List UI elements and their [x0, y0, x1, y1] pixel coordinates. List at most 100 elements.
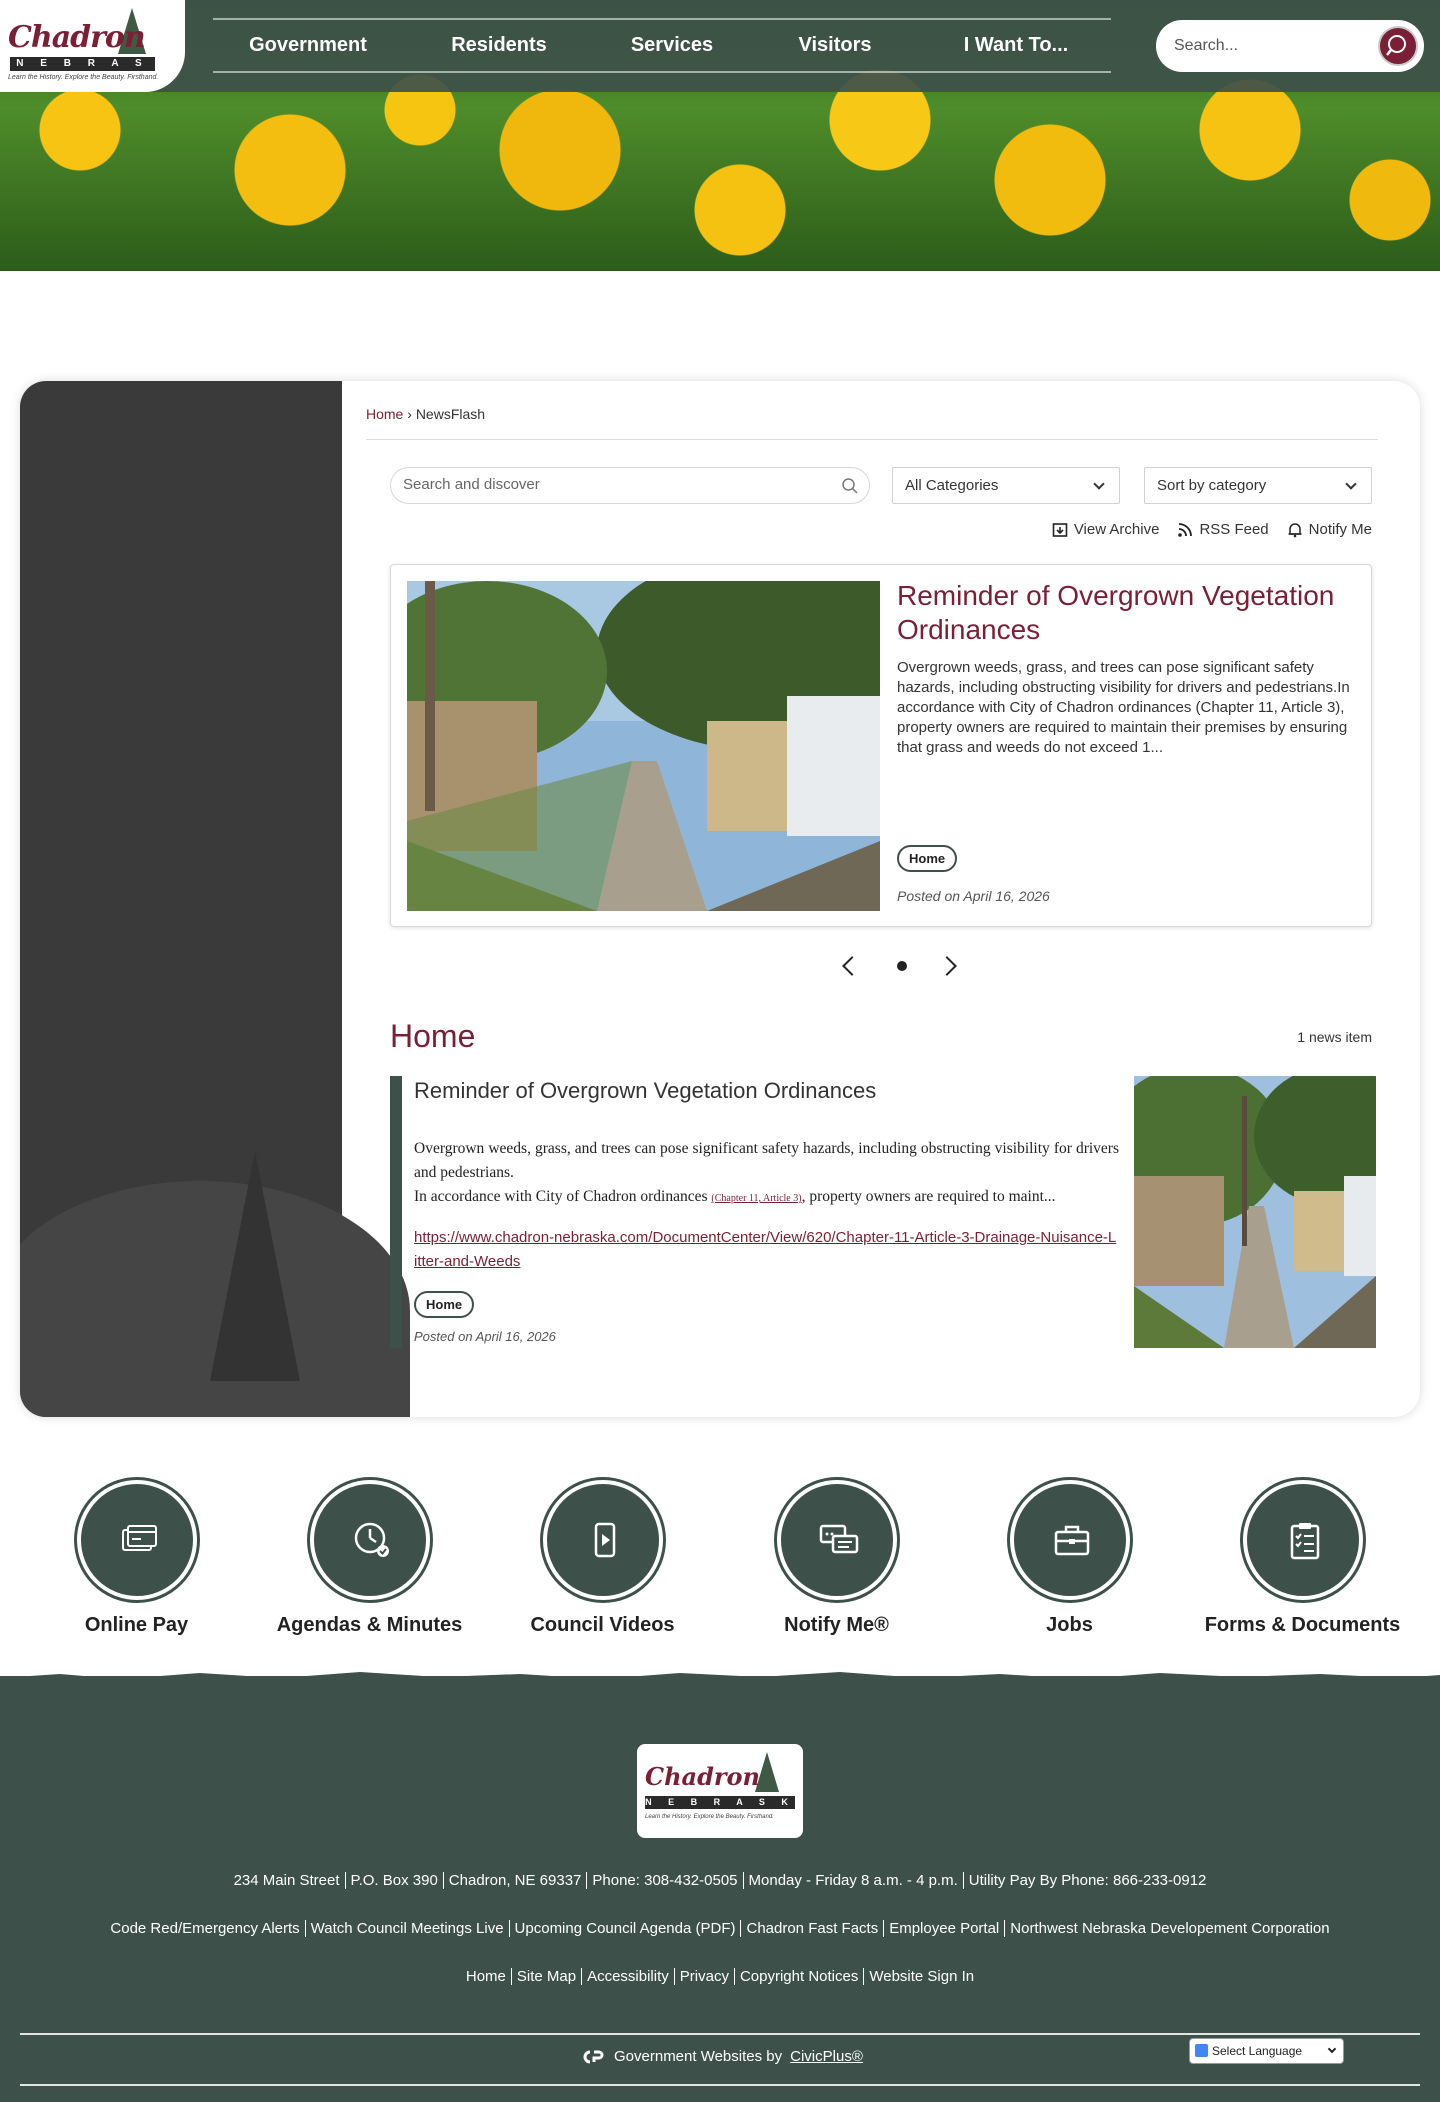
news-item-tag[interactable]: Home	[414, 1291, 475, 1318]
breadcrumb-home[interactable]: Home	[366, 406, 403, 422]
quick-link-agendas[interactable]: Agendas & Minutes	[253, 1480, 486, 1637]
nav-visitors[interactable]: Visitors	[749, 20, 921, 71]
news-item-url[interactable]: https://www.chadron-nebraska.com/Documen…	[414, 1226, 1119, 1274]
quick-link-label: Council Videos	[530, 1614, 675, 1636]
news-search-input[interactable]	[403, 476, 823, 493]
footer-link[interactable]: Watch Council Meetings Live	[304, 1920, 509, 1937]
featured-news-image	[407, 581, 880, 911]
torn-edge-graphic	[0, 1672, 1440, 1688]
logo-wordmark: Chadron	[8, 20, 146, 55]
quick-link-label: Forms & Documents	[1204, 1614, 1401, 1636]
footer-link[interactable]: Employee Portal	[883, 1920, 1005, 1937]
rss-feed-link[interactable]: RSS Feed	[1177, 521, 1269, 538]
view-archive-link[interactable]: View Archive	[1052, 521, 1160, 538]
featured-news-description: Overgrown weeds, grass, and trees can po…	[897, 659, 1350, 756]
site-header: Chadron N E B R A S K A Learn the Histor…	[0, 0, 1440, 92]
category-select-value: All Categories	[905, 477, 999, 494]
view-archive-label: View Archive	[1073, 521, 1160, 538]
quick-link-label: Online Pay	[84, 1614, 189, 1636]
footer-link[interactable]: Upcoming Council Agenda (PDF)	[508, 1920, 741, 1937]
clock-icon	[354, 1522, 389, 1557]
rss-icon	[1178, 522, 1193, 537]
footer-hours: Monday - Friday 8 a.m. - 4 p.m.	[742, 1872, 963, 1889]
footer-link[interactable]: Site Map	[510, 1968, 582, 1985]
nav-i-want-to[interactable]: I Want To...	[921, 20, 1111, 71]
breadcrumb: Home › NewsFlash	[366, 406, 485, 422]
nav-services[interactable]: Services	[595, 20, 749, 71]
breadcrumb-separator: ›	[407, 406, 412, 422]
logo-tagline: Learn the History. Explore the Beauty. F…	[8, 74, 159, 81]
quick-link-forms[interactable]: Forms & Documents	[1186, 1480, 1419, 1637]
clipboard-icon	[1290, 1523, 1319, 1560]
ordinance-link[interactable]: (Chapter 11, Article 3)	[711, 1193, 801, 1204]
footer-link[interactable]: Privacy	[673, 1968, 734, 1985]
carousel-next-icon[interactable]	[937, 956, 957, 976]
footer-divider	[20, 2033, 1420, 2035]
featured-news-tag[interactable]: Home	[897, 845, 958, 872]
category-select[interactable]: All Categories	[892, 467, 1120, 504]
footer-link[interactable]: Website Sign In	[863, 1968, 980, 1985]
footer-utility-phone[interactable]: Utility Pay By Phone: 866-233-0912	[962, 1872, 1212, 1889]
quick-link-notify-me[interactable]: Notify Me®	[720, 1480, 953, 1637]
news-count: 1 news item	[1297, 1029, 1372, 1045]
footer-city: Chadron, NE 69337	[442, 1872, 587, 1889]
video-icon	[594, 1522, 615, 1558]
category-heading: Home	[390, 1018, 476, 1054]
news-item-body-line: In accordance with City of Chadron ordin…	[414, 1188, 712, 1205]
carousel-dot[interactable]	[897, 961, 907, 971]
footer-links-secondary: Home Site Map Accessibility Privacy Copyrigh…	[0, 1968, 1440, 1985]
footer-links-primary: Code Red/Emergency Alerts Watch Council M…	[0, 1920, 1440, 1937]
briefcase-icon	[1054, 1525, 1089, 1556]
quick-link-circle	[76, 1480, 197, 1600]
footer-link[interactable]: Northwest Nebraska Developement Corporat…	[1004, 1920, 1335, 1937]
quick-link-circle	[1009, 1480, 1130, 1600]
notify-me-link[interactable]: Notify Me	[1287, 521, 1372, 538]
footer-link[interactable]: Chadron Fast Facts	[740, 1920, 884, 1937]
news-item-body-line: , property owners are required to maint.…	[801, 1188, 1056, 1205]
civicplus-link[interactable]: CivicPlus®	[790, 2048, 863, 2065]
featured-news-card[interactable]: Reminder of Overgrown Vegetation Ordinan…	[390, 564, 1372, 927]
featured-news-title[interactable]: Reminder of Overgrown Vegetation Ordinan…	[897, 579, 1357, 647]
footer-logo[interactable]: Chadron N E B R A S K A Learn the Histor…	[637, 1744, 803, 1838]
carousel-prev-icon[interactable]	[842, 956, 862, 976]
chevron-down-icon	[1327, 2044, 1337, 2054]
footer-logo-tagline: Learn the History. Explore the Beauty. F…	[645, 1814, 774, 1820]
footer-phone[interactable]: Phone: 308-432-0505	[586, 1872, 743, 1889]
footer-link[interactable]: Accessibility	[581, 1968, 674, 1985]
news-item-image[interactable]	[1134, 1076, 1376, 1348]
news-item-title[interactable]: Reminder of Overgrown Vegetation Ordinan…	[414, 1078, 876, 1104]
footer-contact: 234 Main Street P.O. Box 390 Chadron, NE 6…	[0, 1872, 1440, 1889]
main-nav: Government Residents Services Visitors I…	[213, 18, 1111, 73]
google-translate-icon	[1195, 2044, 1208, 2057]
quick-link-council-videos[interactable]: Council Videos	[486, 1480, 719, 1637]
footer-link[interactable]: Code Red/Emergency Alerts	[105, 1920, 304, 1937]
language-select-value: Select Language	[1212, 2044, 1303, 2058]
nav-government[interactable]: Government	[213, 20, 403, 71]
footer-po-box: P.O. Box 390	[344, 1872, 443, 1889]
quick-link-label: Notify Me®	[784, 1614, 889, 1636]
quick-links: Online Pay Agendas & Minutes Council Vid…	[0, 1480, 1440, 1660]
footer-divider	[20, 2084, 1420, 2086]
newsflash-card: Home › NewsFlash All Categories Sort by …	[20, 381, 1420, 1417]
chevron-down-icon	[1093, 478, 1105, 490]
site-search-input[interactable]	[1174, 34, 1374, 58]
footer-link[interactable]: Home	[461, 1968, 511, 1985]
quick-link-jobs[interactable]: Jobs	[953, 1480, 1186, 1637]
search-icon[interactable]	[841, 477, 859, 495]
sort-select[interactable]: Sort by category	[1144, 467, 1372, 504]
quick-link-online-pay[interactable]: Online Pay	[20, 1480, 253, 1637]
site-search-button[interactable]	[1378, 26, 1418, 66]
search-icon	[1386, 35, 1406, 56]
civicplus-icon	[583, 2050, 604, 2063]
footer-link[interactable]: Copyright Notices	[733, 1968, 864, 1985]
nav-residents[interactable]: Residents	[403, 20, 595, 71]
footer-credit: Government Websites by CivicPlus®	[580, 2048, 863, 2065]
featured-news-date: Posted on April 16, 2026	[897, 888, 1050, 904]
quick-link-circle	[542, 1480, 663, 1600]
breadcrumb-current: NewsFlash	[415, 406, 486, 422]
rss-feed-label: RSS Feed	[1199, 521, 1269, 538]
news-search	[390, 467, 870, 504]
language-select[interactable]: Select Language	[1189, 2038, 1344, 2064]
site-footer: Chadron N E B R A S K A Learn the Histor…	[0, 1672, 1440, 2102]
site-logo[interactable]: Chadron N E B R A S K A Learn the Histor…	[0, 0, 185, 92]
